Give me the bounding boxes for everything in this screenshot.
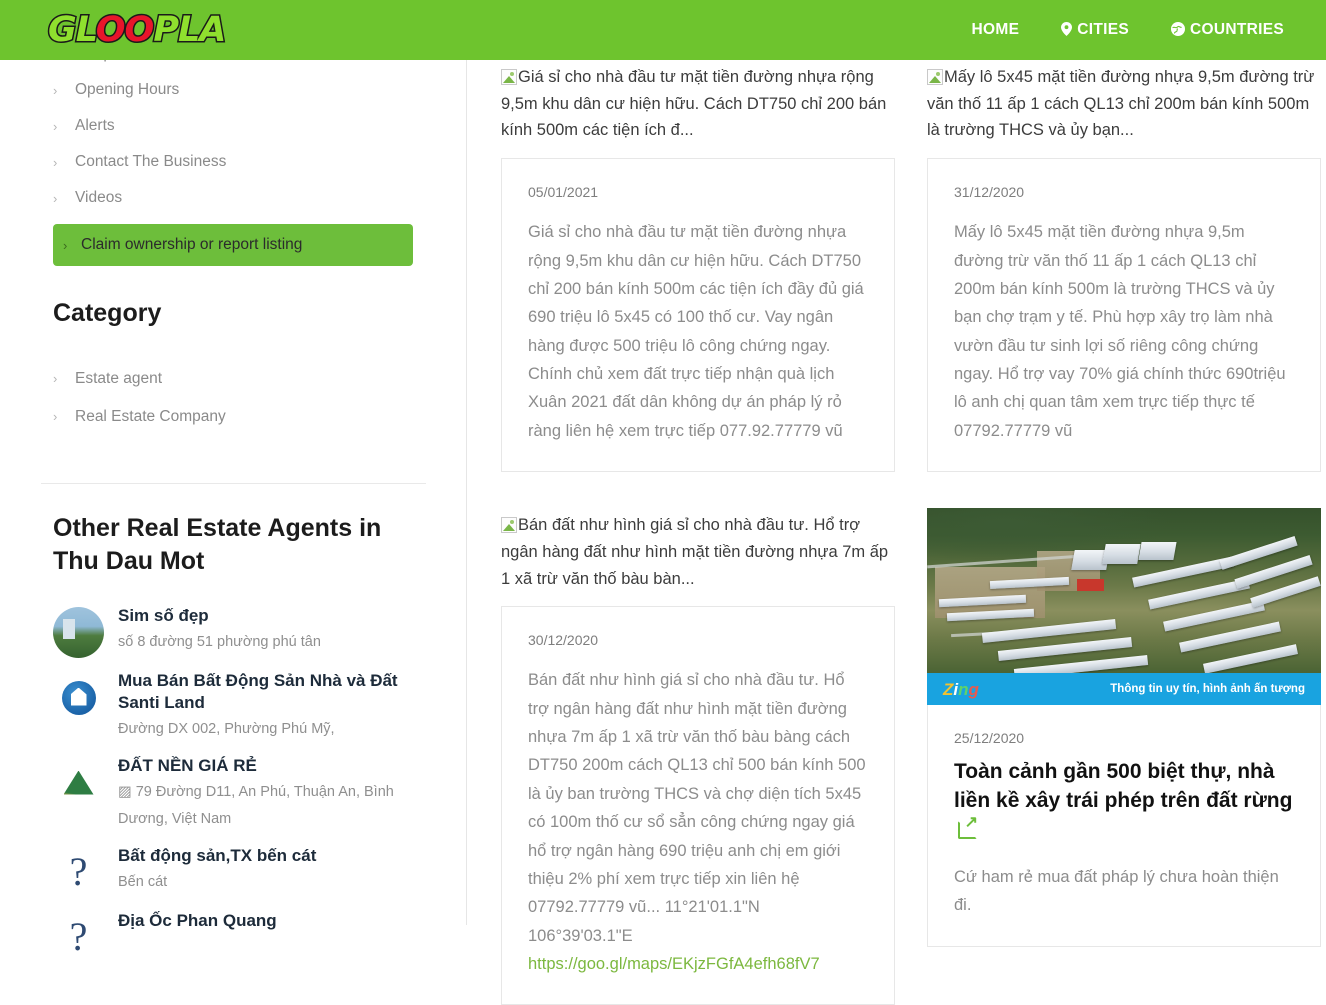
zing-logo: Zing (943, 679, 979, 699)
list-item[interactable]: Sim số đẹp số 8 đường 51 phường phú tân (53, 605, 425, 658)
sidebar: › Telephone › Opening Hours › Alerts › C… (0, 0, 467, 963)
agent-name: Sim số đẹp (118, 606, 209, 625)
other-agents-heading: Other Real Estate Agents in Thu Dau Mot (53, 514, 382, 575)
chevron-right-icon: › (53, 82, 58, 98)
article-image: Zing Thông tin uy tín, hình ảnh ấn tượng (927, 508, 1321, 706)
category-section: Category › Estate agent › Real Estate Co… (53, 297, 425, 436)
post-body: Bán đất như hình giá sỉ cho nhà đầu tư. … (528, 671, 866, 974)
post-body: Giá sỉ cho nhà đầu tư mặt tiền đường nhự… (528, 223, 864, 440)
avatar (53, 607, 104, 658)
sidebar-item-label: Alerts (75, 117, 115, 134)
category-link-label: Real Estate Company (75, 407, 226, 425)
claim-ownership-button[interactable]: › Claim ownership or report listing (53, 224, 413, 266)
sidebar-divider (41, 483, 426, 484)
agent-name: Mua Bán Bất Động Sản Nhà và Đất Santi La… (118, 671, 398, 713)
image-caption-bar: Zing Thông tin uy tín, hình ảnh ấn tượng (927, 673, 1321, 706)
brand-logo[interactable]: GLOOPLA (47, 11, 228, 49)
sidebar-item-alerts[interactable]: › Alerts (53, 108, 413, 144)
agent-address: số 8 đường 51 phường phú tân (118, 634, 321, 651)
site-header: GLOOPLA HOME CITIES COUNTRIES (0, 0, 1326, 60)
other-agents-list: Sim số đẹp số 8 đường 51 phường phú tân … (53, 605, 425, 963)
nav-link-cities[interactable]: CITIES (1061, 21, 1129, 39)
list-item[interactable]: ĐẤT NỀN GIÁ RẺ ▨ 79 Đường D11, An Phú, T… (53, 755, 425, 833)
broken-image-icon (501, 517, 517, 534)
agent-name: Bất động sản,TX bến cát (118, 845, 317, 865)
avatar (53, 757, 104, 808)
agent-name: Địa Ốc Phan Quang (118, 910, 277, 930)
sidebar-top-links: › Telephone › Opening Hours › Alerts › C… (0, 36, 466, 266)
chevron-right-icon: › (53, 190, 58, 206)
category-link-label: Estate agent (75, 369, 163, 387)
post-image-alt: Bán đất như hình giá sỉ cho nhà đầu tư. … (501, 516, 889, 588)
chevron-right-icon: › (53, 118, 58, 134)
post-date: 30/12/2020 (528, 632, 599, 649)
post-date: 05/01/2021 (528, 184, 599, 201)
article-card[interactable]: Zing Thông tin uy tín, hình ảnh ấn tượng… (927, 508, 1321, 1005)
sidebar-item-videos[interactable]: › Videos (53, 180, 413, 216)
sidebar-item-opening-hours[interactable]: › Opening Hours (53, 72, 413, 108)
image-caption-text: Thông tin uy tín, hình ảnh ấn tượng (1110, 683, 1305, 696)
sidebar-item-label: Videos (75, 189, 123, 206)
sidebar-item-contact-the-business[interactable]: › Contact The Business (53, 144, 413, 180)
nav-link-countries[interactable]: COUNTRIES (1171, 21, 1284, 39)
chevron-right-icon: › (53, 154, 58, 170)
chevron-right-icon: › (53, 371, 58, 386)
agent-address: Bến cát (118, 873, 168, 890)
chevron-right-icon: › (53, 409, 58, 424)
globe-icon (1171, 22, 1186, 38)
list-item[interactable]: ? Địa Ốc Phan Quang (53, 910, 425, 963)
post-date: 31/12/2020 (954, 184, 1025, 201)
broken-image-icon (501, 69, 517, 85)
avatar-placeholder-icon: ? (53, 911, 104, 963)
category-heading: Category (53, 299, 162, 327)
map-pin-icon (1061, 22, 1073, 38)
sidebar-item-real-estate-company[interactable]: › Real Estate Company (53, 398, 425, 436)
agent-address: ▨ 79 Đường D11, An Phú, Thuận An, Bình D… (118, 784, 394, 827)
chevron-right-icon: › (63, 237, 68, 253)
nav-link-home[interactable]: HOME (972, 21, 1020, 39)
post-card[interactable]: Mấy lô 5x45 mặt tiền đường nhựa 9,5m đườ… (927, 60, 1321, 473)
sidebar-item-label: Contact The Business (75, 153, 227, 170)
agent-address: Đường DX 002, Phường Phú Mỹ, (118, 721, 335, 738)
other-agents-section: Other Real Estate Agents in Thu Dau Mot … (53, 512, 425, 975)
post-card[interactable]: Giá sỉ cho nhà đầu tư mặt tiền đường nhự… (501, 60, 895, 473)
post-image-alt: Giá sỉ cho nhà đầu tư mặt tiền đường nhự… (501, 68, 887, 140)
list-item[interactable]: ? Bất động sản,TX bến cát Bến cát (53, 845, 425, 898)
claim-ownership-label: Claim ownership or report listing (81, 236, 303, 253)
list-item[interactable]: Mua Bán Bất Động Sản Nhà và Đất Santi La… (53, 670, 425, 743)
article-title[interactable]: Toàn cảnh gần 500 biệt thự, nhà liền kề … (954, 758, 1294, 845)
external-link-icon (958, 815, 978, 840)
broken-image-icon (927, 69, 943, 85)
post-map-link[interactable]: https://goo.gl/maps/EKjzFGfA4efh68fV7 (528, 955, 820, 973)
main-content: Giá sỉ cho nhà đầu tư mặt tiền đường nhự… (467, 0, 1326, 1005)
agent-name: ĐẤT NỀN GIÁ RẺ (118, 756, 257, 775)
post-image-alt: Mấy lô 5x45 mặt tiền đường nhựa 9,5m đườ… (927, 68, 1315, 140)
sidebar-item-label: Opening Hours (75, 81, 180, 98)
article-date: 25/12/2020 (954, 730, 1025, 747)
post-grid: Giá sỉ cho nhà đầu tư mặt tiền đường nhự… (501, 60, 1321, 1005)
post-body: Mấy lô 5x45 mặt tiền đường nhựa 9,5m đườ… (954, 223, 1286, 440)
main-nav: HOME CITIES COUNTRIES (972, 21, 1284, 39)
category-links: › Estate agent › Real Estate Company (53, 360, 425, 436)
article-description: Cứ ham rẻ mua đất pháp lý chưa hoàn thiệ… (954, 868, 1279, 915)
sidebar-item-estate-agent[interactable]: › Estate agent (53, 360, 425, 398)
post-card[interactable]: Bán đất như hình giá sỉ cho nhà đầu tư. … (501, 508, 895, 1005)
avatar (53, 672, 104, 723)
avatar-placeholder-icon: ? (53, 846, 104, 898)
